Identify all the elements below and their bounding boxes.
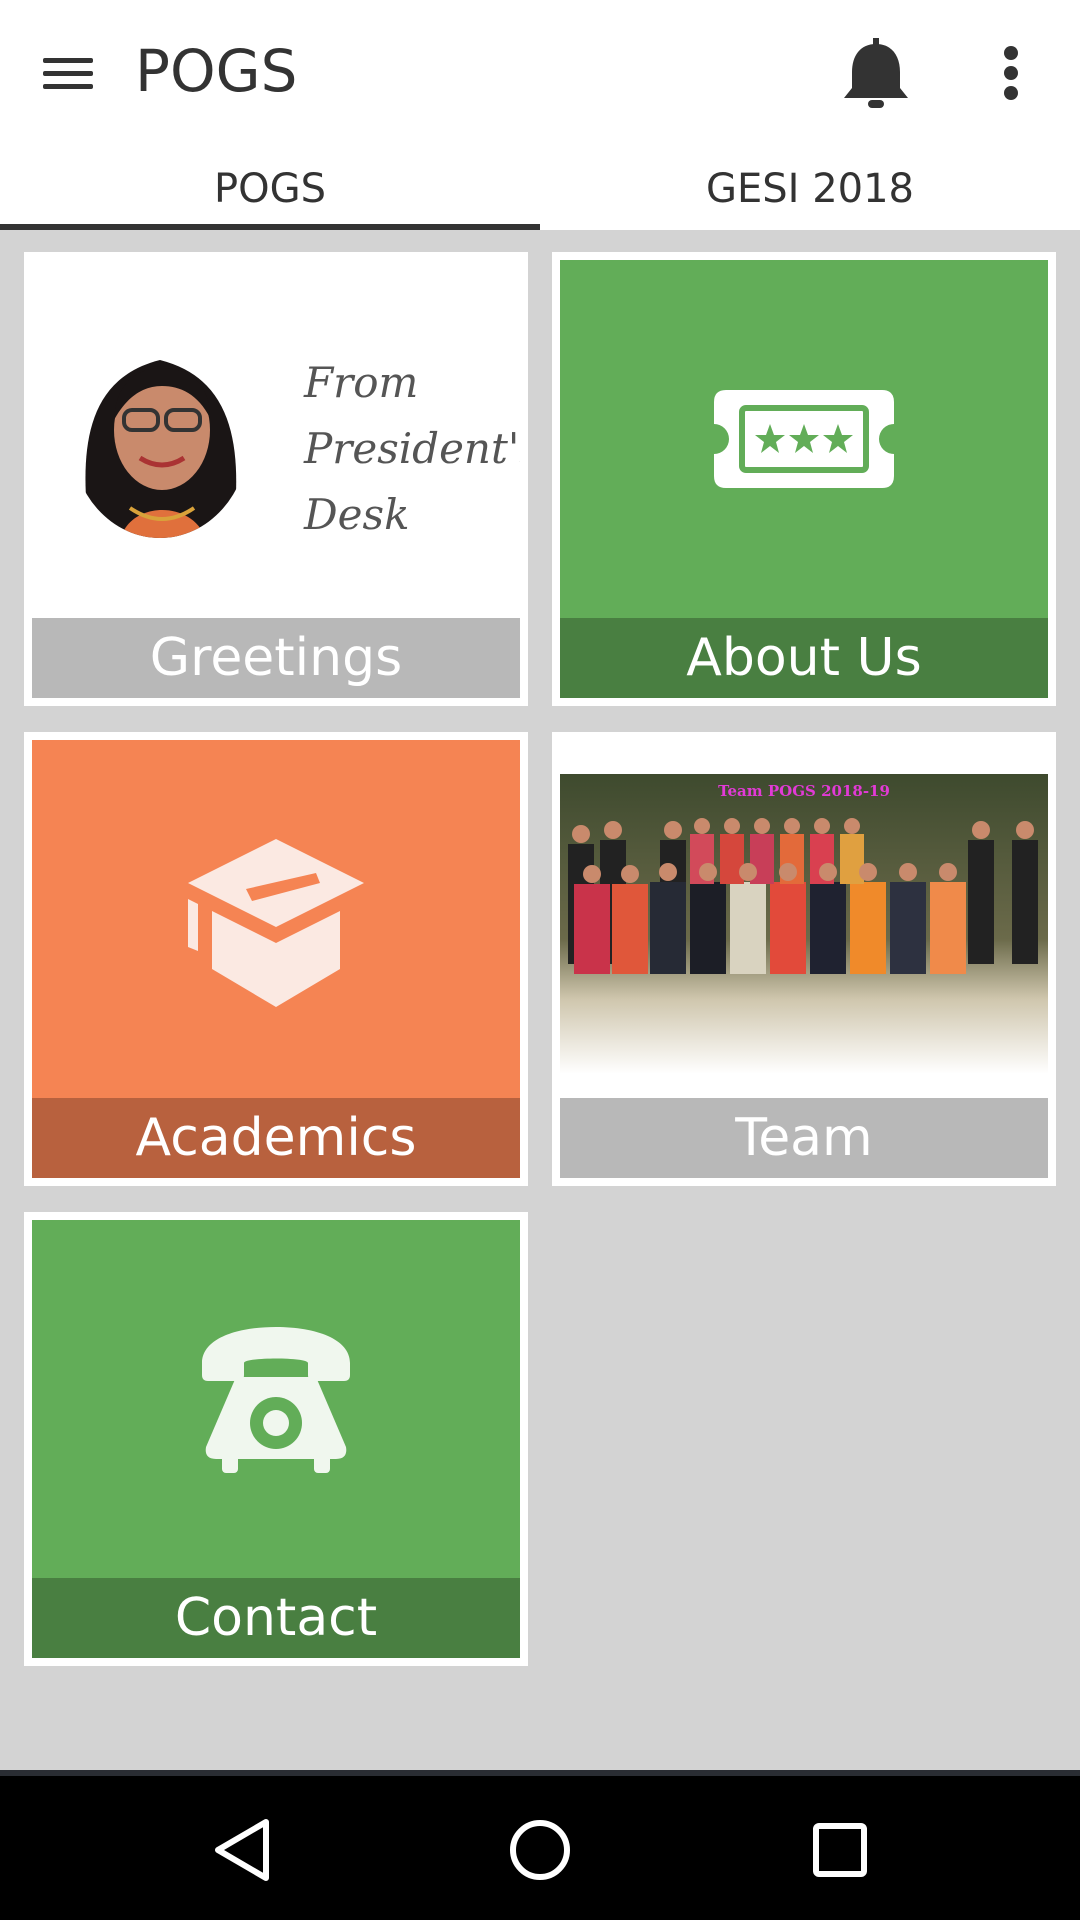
bell-icon[interactable] — [836, 30, 916, 116]
tile-about-us-label: About Us — [560, 618, 1048, 698]
team-photo: Team POGS 2018-19 — [560, 774, 1048, 1074]
ticket-stars-icon — [714, 390, 894, 488]
back-icon[interactable] — [186, 1800, 296, 1900]
tile-greetings-label: Greetings — [32, 618, 520, 698]
tab-gesi-2018[interactable]: GESI 2018 — [540, 148, 1080, 230]
more-vert-icon[interactable] — [976, 30, 1046, 116]
system-nav-bar — [0, 1770, 1080, 1920]
telephone-icon — [202, 1327, 350, 1473]
tile-contact-label: Contact — [32, 1578, 520, 1658]
tab-bar: POGS GESI 2018 — [0, 148, 1080, 230]
home-icon[interactable] — [485, 1800, 595, 1900]
president-quote: From President's Desk — [304, 358, 520, 539]
recents-icon[interactable] — [785, 1800, 895, 1900]
president-portrait — [72, 342, 248, 538]
graduation-cap-icon — [188, 839, 364, 1007]
app-bar: POGS — [0, 0, 1080, 148]
app-title: POGS — [135, 37, 298, 105]
tile-team[interactable]: Team POGS 2018-19 Team — [552, 732, 1056, 1186]
tile-greetings[interactable]: From President's Desk Greetings — [24, 252, 528, 706]
tile-team-label: Team — [560, 1098, 1048, 1178]
team-photo-caption: Team POGS 2018-19 — [718, 782, 890, 800]
tab-pogs[interactable]: POGS — [0, 148, 540, 230]
menu-icon[interactable] — [24, 30, 110, 116]
tile-contact[interactable]: Contact — [24, 1212, 528, 1666]
tile-about-us[interactable]: About Us — [552, 252, 1056, 706]
tile-academics-label: Academics — [32, 1098, 520, 1178]
tile-academics[interactable]: Academics — [24, 732, 528, 1186]
